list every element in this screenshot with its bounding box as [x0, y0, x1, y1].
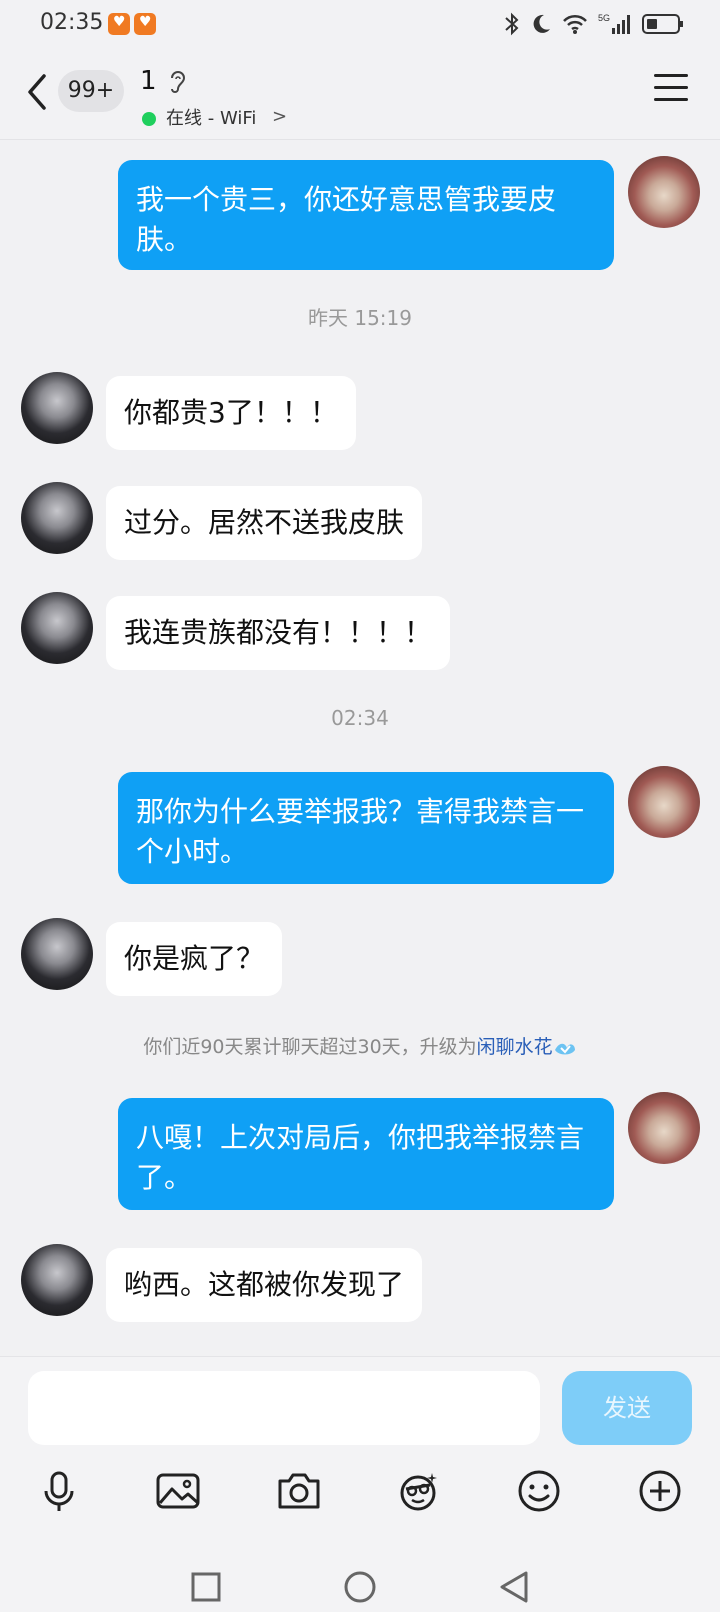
contact-avatar[interactable]	[21, 1244, 93, 1316]
system-notice-text: 你们近90天累计聊天超过30天，升级为	[143, 1036, 477, 1058]
app-notification-icon	[108, 13, 130, 35]
bluetooth-icon	[505, 12, 519, 36]
menu-line	[654, 98, 688, 101]
self-avatar[interactable]	[628, 766, 700, 838]
message-timestamp: 02:34	[331, 706, 389, 730]
circle-icon[interactable]	[342, 1569, 378, 1605]
moon-icon	[533, 14, 550, 33]
message-bubble-other[interactable]: 过分。居然不送我皮肤	[106, 486, 423, 560]
menu-line	[654, 86, 688, 89]
square-icon[interactable]	[188, 1569, 224, 1605]
message-list[interactable]: 我一个贵三，你还好意思管我要皮肤。 昨天 15:19 你都贵3了！！！ 过分。居…	[0, 140, 720, 1356]
send-button[interactable]: 发送	[562, 1371, 692, 1445]
splash-badge-icon	[554, 1043, 575, 1054]
triangle-icon[interactable]	[496, 1569, 532, 1605]
message-bubble-self[interactable]: 我一个贵三，你还好意思管我要皮肤。	[118, 160, 614, 270]
system-notice-link[interactable]: 闲聊水花	[477, 1036, 553, 1058]
chat-header: 99+ 1 在线 - WiFi >	[0, 48, 720, 140]
menu-line	[654, 74, 688, 77]
unread-count-badge[interactable]: 99+	[58, 70, 124, 112]
contact-avatar[interactable]	[21, 592, 93, 664]
contact-avatar[interactable]	[21, 482, 93, 554]
network-type-label: 5G	[598, 13, 610, 23]
microphone-icon[interactable]	[35, 1467, 83, 1515]
message-bubble-other[interactable]: 你都贵3了！！！	[106, 376, 356, 450]
ear-icon[interactable]	[168, 68, 188, 96]
chevron-right-icon[interactable]: >	[272, 106, 287, 127]
self-avatar[interactable]	[628, 1092, 700, 1164]
message-bubble-other[interactable]: 你是疯了？	[106, 922, 283, 996]
emoji-icon[interactable]	[515, 1467, 563, 1515]
camera-icon[interactable]	[275, 1467, 323, 1515]
wifi-icon	[563, 14, 587, 34]
contact-name[interactable]: 1	[140, 66, 157, 96]
message-bubble-self[interactable]: 那你为什么要举报我？害得我禁言一个小时。	[118, 772, 614, 884]
online-status-dot	[142, 112, 156, 126]
sticker-icon[interactable]	[394, 1467, 442, 1515]
message-bubble-self[interactable]: 八嘎！上次对局后，你把我举报禁言了。	[118, 1098, 614, 1210]
message-bubble-other[interactable]: 哟西。这都被你发现了	[106, 1248, 423, 1322]
plus-icon[interactable]	[636, 1467, 684, 1515]
system-notice: 你们近90天累计聊天超过30天，升级为闲聊水花	[0, 1032, 720, 1059]
self-avatar[interactable]	[628, 156, 700, 228]
online-status-text[interactable]: 在线 - WiFi	[166, 104, 256, 130]
status-time: 02:35	[40, 10, 104, 35]
image-icon[interactable]	[154, 1467, 202, 1515]
status-icons: 5G	[504, 10, 683, 38]
menu-button[interactable]	[654, 74, 688, 104]
message-timestamp: 昨天 15:19	[308, 306, 412, 330]
message-input[interactable]	[28, 1371, 540, 1445]
contact-avatar[interactable]	[21, 918, 93, 990]
status-bar: 02:35 5G	[0, 0, 720, 48]
app-notification-icon	[134, 13, 156, 35]
message-bubble-other[interactable]: 我连贵族都没有！！！！	[106, 596, 451, 670]
back-button[interactable]	[22, 70, 52, 114]
battery-icon	[642, 14, 683, 34]
cellular-signal-icon: 5G	[598, 13, 630, 34]
input-area: 发送	[0, 1356, 720, 1612]
contact-avatar[interactable]	[21, 372, 93, 444]
